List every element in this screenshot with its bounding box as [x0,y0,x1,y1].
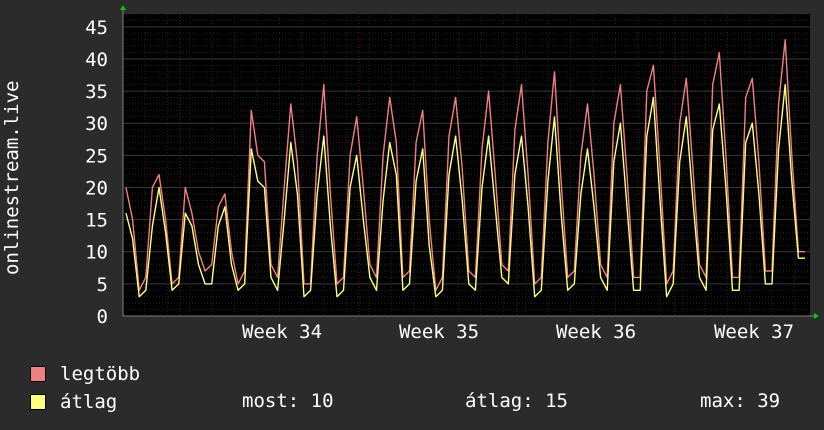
stat-most: most: 10 [242,390,334,412]
legend-label-max: legtöbb [60,363,141,385]
y-tick-label: 35 [85,81,108,103]
y-tick-labels: 0 5 10 15 20 25 30 35 40 45 [85,17,108,328]
y-tick-label: 10 [85,242,108,264]
y-tick-label: 25 [85,145,108,167]
stat-avg: átlag: 15 [465,390,568,412]
y-tick-label: 45 [85,17,108,39]
legend-item-max: legtöbb [30,362,140,386]
x-tick-label: Week 34 [242,321,322,343]
y-tick-label: 0 [97,306,108,328]
chart-area: 0 5 10 15 20 25 30 35 40 45 Week 34 Week 35 Week 36… [0,0,824,345]
y-axis-label: onlinestream.live [1,81,23,275]
y-tick-label: 15 [85,210,108,232]
y-tick-label: 40 [85,49,108,71]
y-tick-label: 5 [97,274,108,296]
x-tick-labels: Week 34 Week 35 Week 36 Week 37 [242,321,794,343]
legend-swatch-avg [30,394,46,410]
y-tick-label: 30 [85,113,108,135]
y-axis-arrow [120,5,126,10]
line-chart: 0 5 10 15 20 25 30 35 40 45 Week 34 Week 35 Week 36… [1,5,819,343]
y-tick-label: 20 [85,177,108,199]
stat-max: max: 39 [700,390,781,412]
x-tick-label: Week 36 [556,321,636,343]
legend-label-avg: átlag [60,391,118,413]
legend-swatch-max [30,366,46,382]
x-tick-label: Week 37 [714,321,794,343]
x-tick-label: Week 35 [399,321,479,343]
x-axis-arrow [814,313,819,319]
legend-item-avg: átlag [30,390,117,414]
